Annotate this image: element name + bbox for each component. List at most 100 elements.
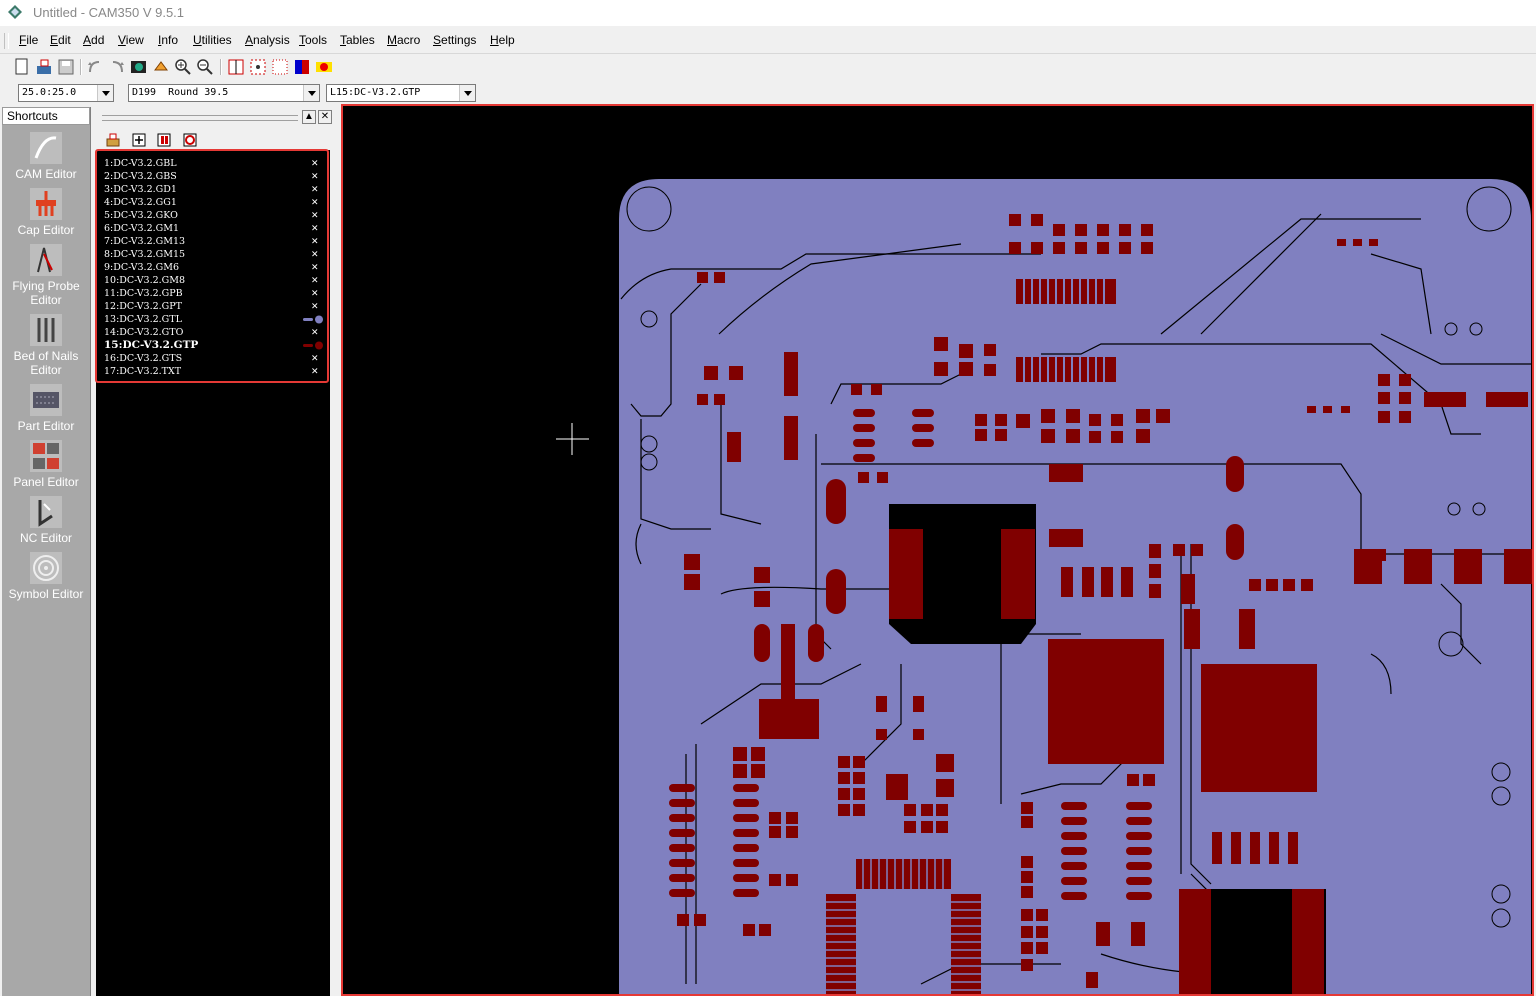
menu-macro[interactable]: Macro [387, 33, 420, 47]
layer-item[interactable]: 15:DC-V3.2.GTP [104, 339, 198, 352]
layer-hidden-icon[interactable]: ✕ [311, 326, 319, 339]
layer-open-icon[interactable] [106, 133, 120, 147]
layer-item[interactable]: 12:DC-V3.2.GPT [104, 300, 182, 313]
layer-hidden-icon[interactable]: ✕ [311, 183, 319, 196]
layer-hidden-icon[interactable]: ✕ [311, 261, 319, 274]
layer-item[interactable]: 1:DC-V3.2.GBL [104, 157, 177, 170]
chevron-down-icon[interactable] [303, 85, 319, 101]
toolbar-separator [80, 59, 82, 75]
layer-color-icon[interactable] [303, 339, 323, 352]
panel-close-button[interactable]: ✕ [318, 110, 332, 124]
layer-item[interactable]: 2:DC-V3.2.GBS [104, 170, 177, 183]
menu-help[interactable]: Help [490, 33, 515, 47]
menu-add[interactable]: Add [83, 33, 104, 47]
layer-copy-icon[interactable] [157, 133, 171, 147]
nc-editor-icon [30, 496, 62, 528]
new-file-icon[interactable] [13, 58, 31, 76]
snap-grid-icon[interactable] [271, 58, 289, 76]
layer-hidden-icon[interactable]: ✕ [311, 209, 319, 222]
zoom-out-icon[interactable] [196, 58, 214, 76]
highlight-icon[interactable] [315, 58, 333, 76]
menu-file[interactable]: File [19, 33, 38, 47]
layer-item[interactable]: 16:DC-V3.2.GTS [104, 352, 182, 365]
bed-of-nails-editor-icon [30, 314, 62, 346]
layer-item[interactable]: 10:DC-V3.2.GM8 [104, 274, 185, 287]
layer-hidden-icon[interactable]: ✕ [311, 300, 319, 313]
shortcut-label: Bed of Nails Editor [13, 349, 79, 377]
redo-icon[interactable] [108, 58, 126, 76]
pcb-canvas[interactable] [341, 104, 1534, 996]
panel-restore-button[interactable]: ▲ [302, 110, 316, 124]
pcb-drawing [556, 179, 1532, 996]
layer-hidden-icon[interactable]: ✕ [311, 222, 319, 235]
menu-grip [4, 33, 9, 49]
shortcut-bed-of-nails-editor[interactable]: Bed of Nails Editor [2, 314, 90, 377]
layer-hidden-icon[interactable]: ✕ [311, 157, 319, 170]
shortcut-label: NC Editor [19, 531, 72, 545]
shortcuts-header[interactable]: Shortcuts [2, 107, 90, 125]
layer-item[interactable]: 7:DC-V3.2.GM13 [104, 235, 185, 248]
dcode-combo[interactable]: D199 Round 39.5 [128, 84, 320, 102]
title-bar: Untitled - CAM350 V 9.5.1 [0, 0, 1536, 26]
grid-icon[interactable] [249, 58, 267, 76]
cap-editor-icon [30, 188, 62, 220]
layer-item[interactable]: 5:DC-V3.2.GKO [104, 209, 178, 222]
shortcut-label: Cap Editor [17, 223, 75, 237]
layer-item[interactable]: 6:DC-V3.2.GM1 [104, 222, 179, 235]
layer-hidden-icon[interactable]: ✕ [311, 235, 319, 248]
part-editor-icon [30, 384, 62, 416]
layer-hidden-icon[interactable]: ✕ [311, 170, 319, 183]
layer-color-icon[interactable] [303, 313, 323, 326]
shortcut-cam-editor[interactable]: CAM Editor [2, 132, 90, 181]
zoom-combo[interactable]: 25.0:25.0 [18, 84, 114, 102]
layer-item[interactable]: 3:DC-V3.2.GD1 [104, 183, 177, 196]
zoom-in-icon[interactable] [174, 58, 192, 76]
menu-edit[interactable]: Edit [50, 33, 71, 47]
cam-editor-icon [30, 132, 62, 164]
layer-hidden-icon[interactable]: ✕ [311, 287, 319, 300]
layer-list[interactable]: 1:DC-V3.2.GBL ✕ 2:DC-V3.2.GBS ✕ 3:DC-V3.2.GD… [95, 149, 330, 996]
menu-info[interactable]: Info [158, 33, 178, 47]
shortcut-panel-editor[interactable]: Panel Editor [2, 440, 90, 489]
layer-item[interactable]: 13:DC-V3.2.GTL [104, 313, 182, 326]
layer-combo[interactable]: L15:DC-V3.2.GTP [326, 84, 476, 102]
colors-icon[interactable] [293, 58, 311, 76]
menu-settings[interactable]: Settings [433, 33, 476, 47]
layer-item[interactable]: 17:DC-V3.2.TXT [104, 365, 181, 378]
layer-hidden-icon[interactable]: ✕ [311, 365, 319, 378]
panel-grip[interactable] [102, 115, 298, 121]
shortcut-part-editor[interactable]: Part Editor [2, 384, 90, 433]
panel-editor-icon [30, 440, 62, 472]
refresh-view-icon[interactable] [130, 58, 148, 76]
shortcut-cap-editor[interactable]: Cap Editor [2, 188, 90, 237]
layer-delete-icon[interactable] [183, 133, 197, 147]
dcode-combo-value: D199 Round 39.5 [132, 87, 229, 98]
layer-item[interactable]: 14:DC-V3.2.GTO [104, 326, 183, 339]
layer-item[interactable]: 8:DC-V3.2.GM15 [104, 248, 185, 261]
layer-item[interactable]: 11:DC-V3.2.GPB [104, 287, 183, 300]
layer-hidden-icon[interactable]: ✕ [311, 196, 319, 209]
chevron-down-icon[interactable] [97, 85, 113, 101]
menu-view[interactable]: View [118, 33, 144, 47]
shortcut-flying-probe-editor[interactable]: Flying Probe Editor [2, 244, 90, 307]
chevron-down-icon[interactable] [459, 85, 475, 101]
undo-icon[interactable] [86, 58, 104, 76]
open-file-icon[interactable] [35, 58, 53, 76]
menu-tables[interactable]: Tables [340, 33, 375, 47]
pan-icon[interactable] [152, 58, 170, 76]
layer-add-icon[interactable] [132, 133, 146, 147]
layer-hidden-icon[interactable]: ✕ [311, 248, 319, 261]
menu-tools[interactable]: Tools [299, 33, 327, 47]
save-file-icon[interactable] [57, 58, 75, 76]
layer-item[interactable]: 9:DC-V3.2.GM6 [104, 261, 179, 274]
menu-utilities[interactable]: Utilities [193, 33, 232, 47]
shortcut-nc-editor[interactable]: NC Editor [2, 496, 90, 545]
layer-hidden-icon[interactable]: ✕ [311, 352, 319, 365]
toolbar-separator [220, 59, 222, 75]
shortcut-symbol-editor[interactable]: Symbol Editor [2, 552, 90, 601]
zoom-window-icon[interactable] [227, 58, 245, 76]
layer-hidden-icon[interactable]: ✕ [311, 274, 319, 287]
shortcut-label: CAM Editor [15, 167, 77, 181]
layer-item[interactable]: 4:DC-V3.2.GG1 [104, 196, 177, 209]
menu-analysis[interactable]: Analysis [245, 33, 290, 47]
